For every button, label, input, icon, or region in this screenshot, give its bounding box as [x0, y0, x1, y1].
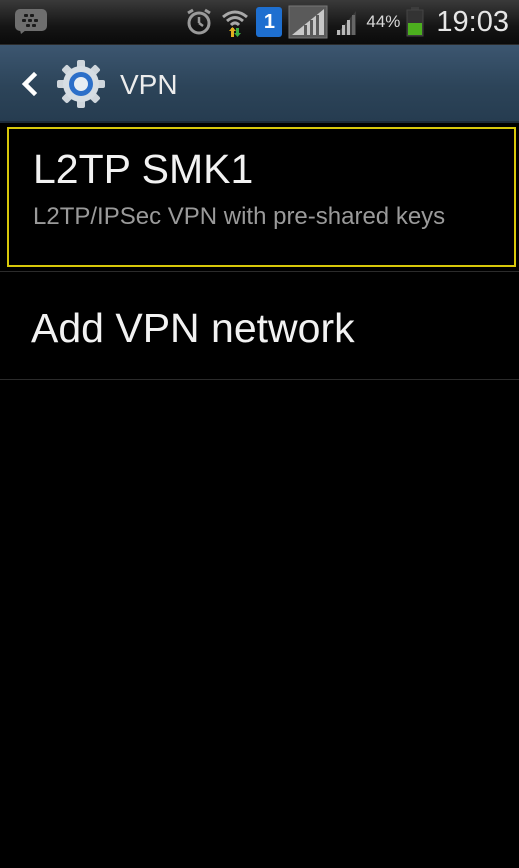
wifi-icon — [222, 10, 249, 37]
back-chevron-icon[interactable] — [16, 67, 42, 101]
action-bar: VPN — [0, 45, 519, 123]
vpn-profile-name: L2TP SMK1 — [33, 146, 254, 192]
add-vpn-network-label: Add VPN network — [31, 305, 355, 351]
vpn-settings-screen: 1 44% 19:03 VPN L2TP SMK1 L2TP/IPSec VPN… — [0, 0, 519, 868]
signal-icon — [288, 5, 328, 39]
add-vpn-network-button[interactable]: Add VPN network — [7, 278, 516, 378]
sim-slot-label: 1 — [263, 10, 275, 33]
status-clock: 19:03 — [436, 5, 509, 38]
battery-icon — [406, 7, 424, 37]
vpn-profile-item[interactable]: L2TP SMK1 L2TP/IPSec VPN with pre-shared… — [7, 127, 516, 267]
status-icons: 1 44% 19:03 — [184, 0, 509, 44]
status-bar: 1 44% 19:03 — [0, 0, 519, 45]
settings-gear-icon[interactable] — [56, 59, 106, 109]
list-divider — [0, 379, 519, 380]
vpn-profile-type: L2TP/IPSec VPN with pre-shared keys — [33, 203, 446, 230]
signal-icon-2 — [336, 11, 357, 35]
page-title: VPN — [120, 69, 178, 100]
bbm-icon[interactable] — [14, 8, 48, 34]
alarm-icon — [187, 8, 212, 35]
battery-percent: 44% — [366, 12, 401, 31]
list-divider — [0, 271, 519, 272]
sim-1-icon: 1 — [256, 7, 283, 37]
